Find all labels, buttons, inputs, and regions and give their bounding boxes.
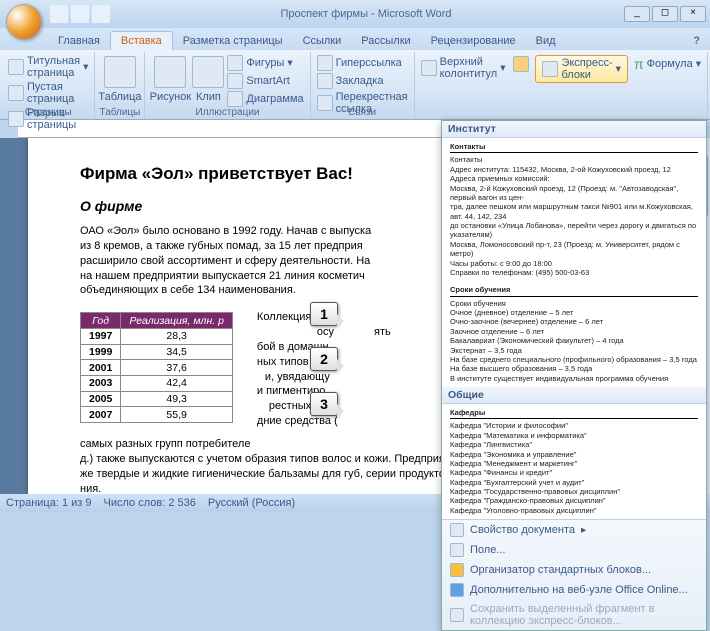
clip-icon <box>192 56 224 88</box>
bookmark-button[interactable]: Закладка <box>315 72 410 90</box>
hyperlink-button[interactable]: Гиперссылка <box>315 54 410 72</box>
window-title: Проспект фирмы - Microsoft Word <box>110 8 622 20</box>
header-icon <box>421 60 437 76</box>
table-row: 200755,9 <box>81 407 233 423</box>
save-block-icon <box>450 608 464 622</box>
pane-category: Общие <box>442 387 706 404</box>
cover-page-button[interactable]: Титульная страница ▾ <box>6 54 90 80</box>
building-block-item[interactable]: Кафедры Кафедра "Истории и философии"Каф… <box>442 404 706 519</box>
organizer-action[interactable]: Организатор стандартных блоков... <box>442 560 706 580</box>
field-action[interactable]: Поле... <box>442 540 706 560</box>
table-icon <box>104 56 136 88</box>
qat-undo[interactable] <box>71 5 89 23</box>
minimize-button[interactable]: _ <box>624 6 650 22</box>
language-status[interactable]: Русский (Россия) <box>208 497 295 509</box>
blocks-icon <box>542 61 558 77</box>
blank-icon <box>8 85 24 101</box>
shapes-button[interactable]: Фигуры ▾ <box>225 54 305 72</box>
close-button[interactable]: × <box>680 6 706 22</box>
maximize-button[interactable]: ◻ <box>652 6 678 22</box>
bookmark-icon <box>317 73 333 89</box>
tab-home[interactable]: Главная <box>48 32 110 50</box>
building-block-item[interactable]: Контакты КонтактыАдрес института: 115432… <box>442 138 706 281</box>
table-row: 199934,5 <box>81 344 233 360</box>
ribbon-tabs: Главная Вставка Разметка страницы Ссылки… <box>0 28 710 50</box>
picture-icon <box>154 56 186 88</box>
blank-page-button[interactable]: Пустая страница <box>6 80 90 106</box>
doc-property-action[interactable]: Свойство документа ▸ <box>442 520 706 540</box>
page-status[interactable]: Страница: 1 из 9 <box>6 497 92 509</box>
data-table: ГодРеализация, млн. р 199728,3 199934,5 … <box>80 312 233 423</box>
tab-layout[interactable]: Разметка страницы <box>173 32 293 50</box>
globe-icon <box>450 583 464 597</box>
tab-view[interactable]: Вид <box>526 32 566 50</box>
tab-review[interactable]: Рецензирование <box>421 32 526 50</box>
table-row: 200549,3 <box>81 391 233 407</box>
callout-2: 2 <box>310 347 338 371</box>
cover-icon <box>8 59 24 75</box>
chart-button[interactable]: Диаграмма <box>225 90 305 108</box>
property-icon <box>450 523 464 537</box>
office-button[interactable] <box>6 4 42 40</box>
quick-parts-button[interactable]: Экспресс-блоки ▾ <box>535 55 627 83</box>
smartart-icon <box>227 73 243 89</box>
organizer-icon <box>450 563 464 577</box>
save-selection-action: Сохранить выделенный фрагмент в коллекци… <box>442 600 706 630</box>
table-row: 199728,3 <box>81 328 233 344</box>
building-block-item[interactable]: Сроки обучения Сроки обученияОчное (днев… <box>442 281 706 387</box>
shapes-icon <box>227 55 243 71</box>
header-button[interactable]: Верхний колонтитул ▾ <box>419 55 508 81</box>
callout-1: 1 <box>310 302 338 326</box>
pane-category: Институт <box>442 121 706 138</box>
table-row: 200137,6 <box>81 360 233 376</box>
table-button[interactable]: Таблица <box>99 54 141 104</box>
tab-references[interactable]: Ссылки <box>293 32 352 50</box>
qat-redo[interactable] <box>92 5 110 23</box>
field-icon <box>450 543 464 557</box>
pi-icon: π <box>634 56 644 72</box>
callout-3: 3 <box>310 392 338 416</box>
office-online-action[interactable]: Дополнительно на веб-узле Office Online.… <box>442 580 706 600</box>
smartart-button[interactable]: SmartArt <box>225 72 305 90</box>
table-row: 200342,4 <box>81 375 233 391</box>
chart-icon <box>227 91 243 107</box>
textbox-button[interactable] <box>511 55 531 73</box>
tab-mailings[interactable]: Рассылки <box>351 32 420 50</box>
textbox-icon <box>513 56 529 72</box>
tab-insert[interactable]: Вставка <box>110 31 173 50</box>
hyperlink-icon <box>317 55 333 71</box>
formula-button[interactable]: π Формула ▾ <box>632 55 703 73</box>
word-count[interactable]: Число слов: 2 536 <box>104 497 196 509</box>
help-icon[interactable]: ? <box>683 32 710 50</box>
quick-parts-pane: Институт Контакты КонтактыАдрес институт… <box>441 120 707 631</box>
qat-save[interactable] <box>50 5 68 23</box>
